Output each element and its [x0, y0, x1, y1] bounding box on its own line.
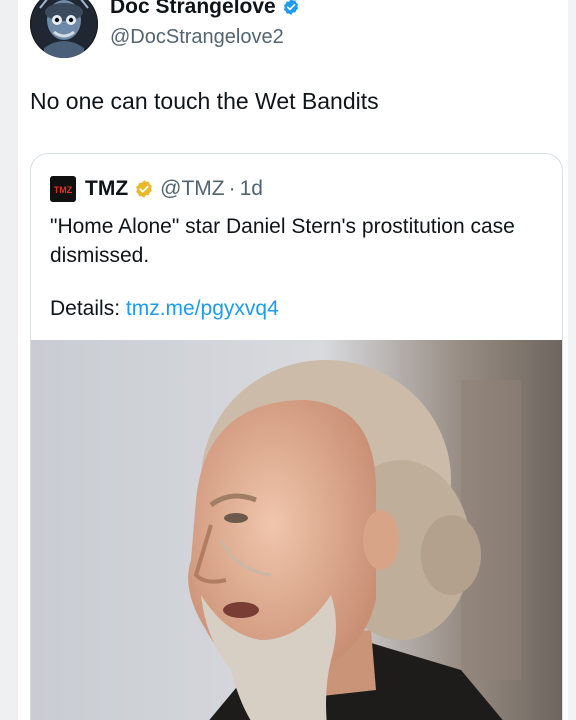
- portrait-illustration: [31, 340, 562, 720]
- separator-dot: ·: [228, 177, 236, 200]
- details-link[interactable]: tmz.me/pgyxvq4: [126, 297, 279, 320]
- tweet-screenshot: Doc Strangelove @DocStrangelove2 No one …: [0, 0, 576, 720]
- handle[interactable]: @DocStrangelove2: [110, 26, 300, 49]
- verified-badge-icon: [283, 0, 298, 16]
- details-label: Details:: [50, 297, 121, 320]
- details-line: Details: tmz.me/pgyxvq4: [50, 297, 279, 321]
- left-gutter: [0, 0, 18, 720]
- tmz-logo-text: TMZ: [54, 185, 73, 195]
- display-name-row: Doc Strangelove: [110, 0, 300, 20]
- gold-verified-badge-icon: [136, 180, 152, 198]
- quoted-display-name[interactable]: TMZ: [85, 177, 128, 201]
- author-text: Doc Strangelove @DocStrangelove2: [110, 0, 300, 49]
- quoted-timestamp[interactable]: 1d: [240, 177, 263, 201]
- quoted-handle[interactable]: @TMZ: [160, 177, 224, 201]
- quoted-tweet-card[interactable]: TMZ TMZ @TMZ · 1d "Home Alone" star Dani…: [30, 153, 563, 720]
- tmz-logo-icon[interactable]: TMZ: [50, 176, 76, 202]
- quoted-body-text: "Home Alone" star Daniel Stern's prostit…: [50, 215, 515, 268]
- tmz-logo-graphic: TMZ: [50, 176, 76, 202]
- portrait-photo[interactable]: [31, 340, 562, 720]
- display-name[interactable]: Doc Strangelove: [110, 0, 276, 20]
- avatar[interactable]: [30, 0, 98, 58]
- right-gutter: [568, 0, 576, 720]
- author-row: Doc Strangelove @DocStrangelove2: [30, 0, 300, 58]
- avatar-icon: [30, 0, 98, 58]
- tweet-text: No one can touch the Wet Bandits: [30, 88, 379, 114]
- quoted-header: TMZ TMZ @TMZ · 1d: [50, 176, 263, 202]
